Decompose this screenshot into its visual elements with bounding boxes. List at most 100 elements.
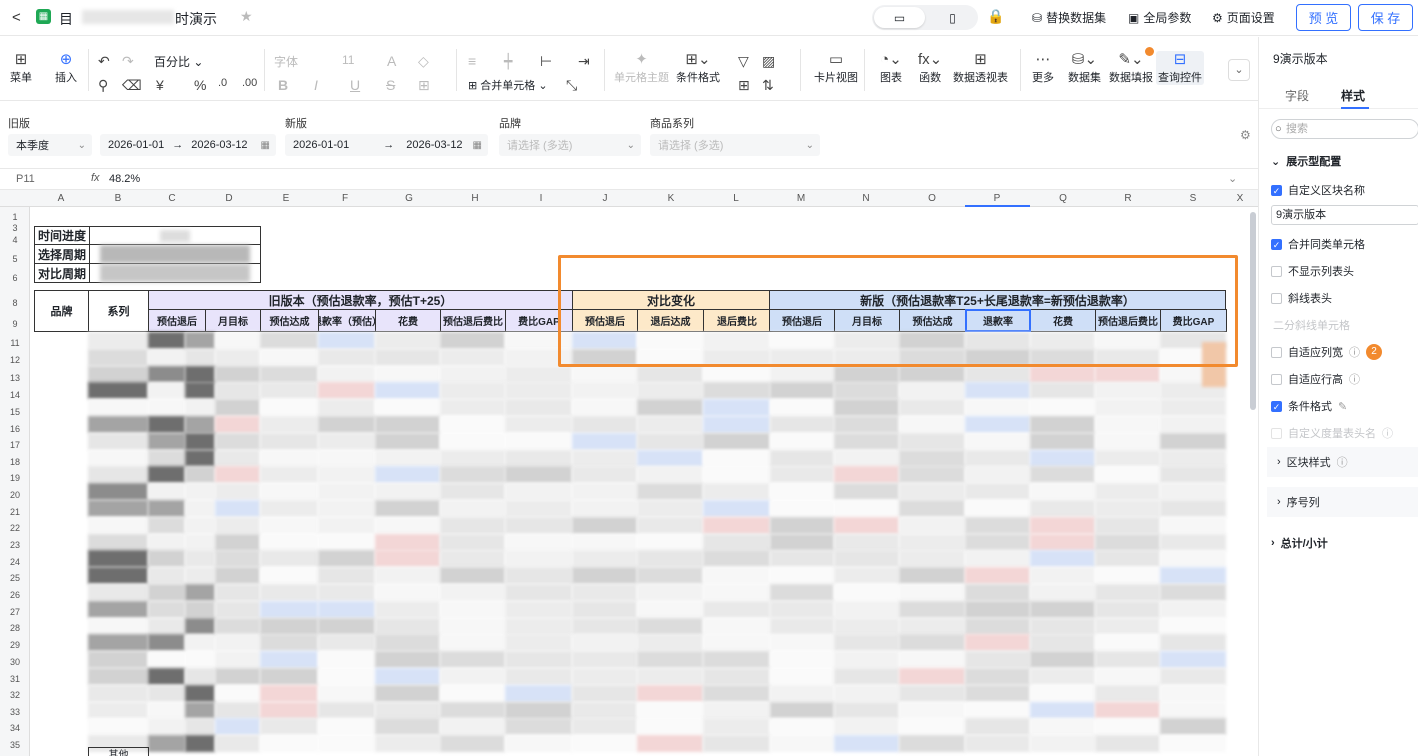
fill-color-icon[interactable]: ◇: [418, 53, 429, 70]
row-header-16[interactable]: 16: [0, 424, 30, 434]
data-cell-blurred[interactable]: [965, 516, 1030, 534]
data-cell-blurred[interactable]: [637, 365, 703, 383]
data-cell-blurred[interactable]: [1095, 684, 1160, 702]
data-cell-blurred[interactable]: [834, 617, 899, 635]
tab-style[interactable]: 样式: [1341, 87, 1365, 104]
data-cell-blurred[interactable]: [899, 634, 965, 652]
data-cell-blurred[interactable]: [185, 668, 215, 685]
data-cell-blurred[interactable]: [88, 382, 148, 400]
data-cell-blurred[interactable]: [215, 432, 260, 450]
old-period-select[interactable]: 本季度 ⌄: [8, 134, 92, 156]
data-cell-blurred[interactable]: [260, 432, 318, 450]
edit-icon[interactable]: ✎: [1338, 400, 1347, 413]
row-header-32[interactable]: 32: [0, 690, 30, 700]
data-cell-blurred[interactable]: [965, 500, 1030, 517]
data-cell-blurred[interactable]: [148, 533, 185, 551]
data-cell-blurred[interactable]: [440, 533, 505, 551]
row-header-1[interactable]: 1: [0, 212, 30, 222]
data-cell-blurred[interactable]: [88, 550, 148, 568]
row-header-14[interactable]: 14: [0, 390, 30, 400]
data-cell-blurred[interactable]: [834, 600, 899, 618]
data-cell-blurred[interactable]: [899, 651, 965, 669]
data-cell-blurred[interactable]: [215, 466, 260, 484]
data-cell-blurred[interactable]: [770, 416, 834, 433]
data-cell-blurred[interactable]: [1030, 634, 1095, 652]
collapse-toolbar-icon[interactable]: ⌄: [1228, 59, 1250, 81]
row-header-6[interactable]: 6: [0, 273, 30, 283]
data-cell-blurred[interactable]: [1030, 416, 1095, 433]
data-cell-blurred[interactable]: [834, 584, 899, 601]
data-cell-blurred[interactable]: [1160, 416, 1226, 433]
row-header-22[interactable]: 22: [0, 523, 30, 533]
data-cell-blurred[interactable]: [215, 735, 260, 753]
data-cell-blurred[interactable]: [505, 701, 572, 719]
data-cell-blurred[interactable]: [899, 617, 965, 635]
data-cell-blurred[interactable]: [770, 382, 834, 400]
checkbox[interactable]: [1271, 265, 1282, 277]
column-header-p[interactable]: P: [987, 193, 1007, 204]
data-cell-blurred[interactable]: [770, 466, 834, 484]
data-cell-blurred[interactable]: [148, 416, 185, 433]
data-cell-blurred[interactable]: [637, 584, 703, 601]
column-header-h[interactable]: H: [465, 193, 485, 204]
data-cell-blurred[interactable]: [215, 483, 260, 501]
data-cell-blurred[interactable]: [572, 735, 637, 753]
data-cell-blurred[interactable]: [770, 483, 834, 501]
data-cell-blurred[interactable]: [318, 500, 375, 517]
data-cell-blurred[interactable]: [1160, 533, 1226, 551]
data-cell-blurred[interactable]: [505, 684, 572, 702]
data-cell-blurred[interactable]: [1030, 550, 1095, 568]
data-cell-blurred[interactable]: [1030, 483, 1095, 501]
row-header-17[interactable]: 17: [0, 440, 30, 450]
data-cell-blurred[interactable]: [440, 701, 505, 719]
data-cell-blurred[interactable]: [88, 348, 148, 366]
row-header-29[interactable]: 29: [0, 640, 30, 650]
data-cell-blurred[interactable]: [1160, 500, 1226, 517]
data-cell-blurred[interactable]: [148, 466, 185, 484]
data-cell-blurred[interactable]: [1095, 634, 1160, 652]
data-cell-blurred[interactable]: [572, 365, 637, 383]
data-cell-blurred[interactable]: [260, 584, 318, 601]
data-cell-blurred[interactable]: [88, 483, 148, 501]
row-header-15[interactable]: 15: [0, 407, 30, 417]
data-cell-blurred[interactable]: [1030, 567, 1095, 585]
data-cell-blurred[interactable]: [185, 516, 215, 534]
data-cell-blurred[interactable]: [318, 332, 375, 349]
back-icon[interactable]: <: [12, 9, 21, 26]
data-cell-blurred[interactable]: [965, 533, 1030, 551]
column-header-o[interactable]: O: [922, 193, 942, 204]
data-cell-blurred[interactable]: [318, 533, 375, 551]
data-cell-blurred[interactable]: [318, 466, 375, 484]
data-cell-blurred[interactable]: [899, 449, 965, 467]
data-cell-blurred[interactable]: [899, 718, 965, 736]
data-cell-blurred[interactable]: [148, 668, 185, 685]
align-left-icon[interactable]: ≡: [468, 53, 476, 69]
align-right-icon[interactable]: ⊢: [540, 53, 552, 70]
data-cell-blurred[interactable]: [375, 701, 440, 719]
data-cell-blurred[interactable]: [1030, 399, 1095, 417]
data-cell-blurred[interactable]: [1030, 500, 1095, 517]
data-cell-blurred[interactable]: [703, 382, 770, 400]
data-cell-blurred[interactable]: [965, 399, 1030, 417]
data-cell-blurred[interactable]: [88, 500, 148, 517]
data-cell-blurred[interactable]: [834, 500, 899, 517]
data-cell-blurred[interactable]: [703, 466, 770, 484]
data-cell-blurred[interactable]: [1030, 684, 1095, 702]
data-cell-blurred[interactable]: [770, 735, 834, 753]
data-cell-blurred[interactable]: [965, 483, 1030, 501]
data-cell-blurred[interactable]: [185, 701, 215, 719]
data-cell-blurred[interactable]: [260, 416, 318, 433]
data-cell-blurred[interactable]: [770, 718, 834, 736]
row-header-12[interactable]: 12: [0, 355, 30, 365]
chart-button[interactable]: ◔⌄ 图表: [880, 51, 902, 85]
data-cell-blurred[interactable]: [505, 634, 572, 652]
data-cell-blurred[interactable]: [637, 651, 703, 669]
data-cell-blurred[interactable]: [1160, 584, 1226, 601]
hide-col-header-option[interactable]: 不显示列表头: [1271, 263, 1354, 279]
data-cell-blurred[interactable]: [703, 550, 770, 568]
data-cell-blurred[interactable]: [899, 735, 965, 753]
data-cell-blurred[interactable]: [703, 500, 770, 517]
row-header-9[interactable]: 9: [0, 319, 30, 329]
data-cell-blurred[interactable]: [505, 718, 572, 736]
tab-fields[interactable]: 字段: [1285, 87, 1309, 104]
